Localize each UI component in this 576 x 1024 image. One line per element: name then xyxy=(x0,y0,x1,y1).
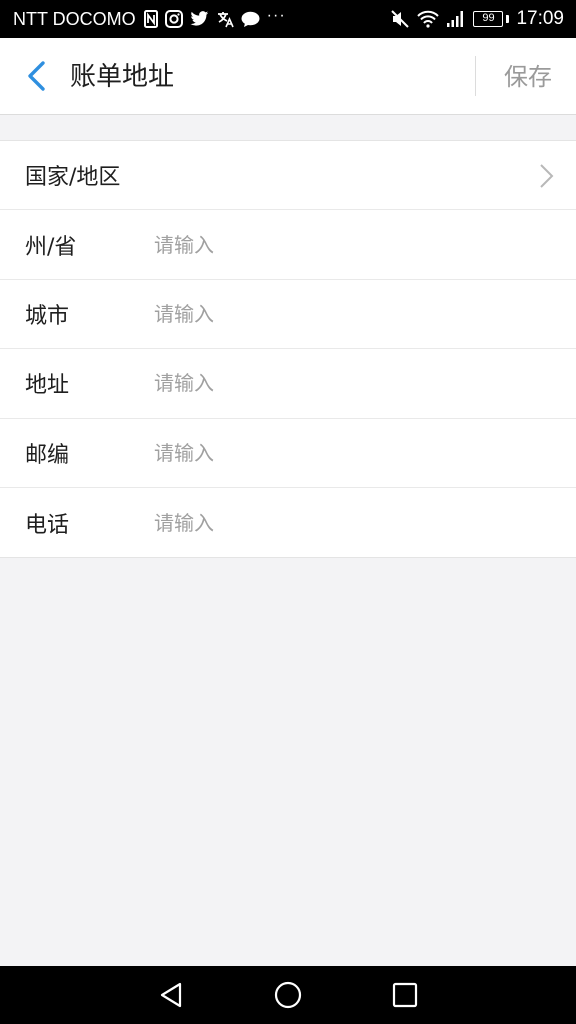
chevron-left-icon xyxy=(28,61,45,91)
header-divider xyxy=(475,56,476,96)
state-province-row: 州/省 xyxy=(0,210,576,280)
state-province-input[interactable] xyxy=(154,224,534,265)
city-input[interactable] xyxy=(154,293,534,334)
status-bar-left: NTT DOCOMO ··· xyxy=(13,7,286,30)
phone-label: 电话 xyxy=(25,512,70,538)
instagram-icon xyxy=(164,9,183,29)
chat-bubble-icon xyxy=(241,9,260,29)
phone-row: 电话 xyxy=(0,488,576,557)
save-button[interactable]: 保存 xyxy=(504,60,552,94)
battery-icon: 99 xyxy=(473,11,504,27)
city-label: 城市 xyxy=(25,303,70,329)
page-title: 账单地址 xyxy=(70,62,175,92)
billing-address-form: 国家/地区 州/省 城市 地址 邮编 电话 xyxy=(0,140,576,559)
postal-code-label: 邮编 xyxy=(25,442,70,468)
nav-home-button[interactable] xyxy=(258,966,318,1024)
address-label: 地址 xyxy=(25,373,70,399)
postal-code-row: 邮编 xyxy=(0,419,576,488)
more-notifications-icon: ··· xyxy=(266,7,286,24)
carrier-name: NTT DOCOMO xyxy=(13,8,136,29)
clock: 17:09 xyxy=(516,8,564,29)
signal-icon xyxy=(446,9,466,29)
mute-icon xyxy=(390,9,410,29)
nav-recents-button[interactable] xyxy=(375,966,435,1024)
home-circle-icon xyxy=(274,981,302,1009)
status-bar-right: 99 17:09 xyxy=(390,8,564,30)
system-nav-bar xyxy=(0,966,576,1024)
twitter-icon xyxy=(190,9,209,29)
status-bar: NTT DOCOMO ··· 99 17:09 xyxy=(0,0,576,38)
translate-icon xyxy=(216,9,234,29)
address-row: 地址 xyxy=(0,349,576,419)
battery-cap xyxy=(506,15,510,23)
state-province-label: 州/省 xyxy=(25,234,77,260)
back-button[interactable] xyxy=(18,58,54,94)
screen: NTT DOCOMO ··· 99 17:09 账单地址 保存 国家/地区 州/… xyxy=(0,0,576,1024)
city-row: 城市 xyxy=(0,280,576,350)
chevron-right-icon xyxy=(540,164,554,188)
address-input[interactable] xyxy=(154,363,534,404)
recents-square-icon xyxy=(393,982,418,1008)
country-region-row[interactable]: 国家/地区 xyxy=(0,141,576,211)
back-triangle-icon xyxy=(160,982,181,1008)
nav-back-button[interactable] xyxy=(141,966,201,1024)
phone-input[interactable] xyxy=(154,502,534,543)
nfc-icon xyxy=(143,9,158,29)
app-header: 账单地址 保存 xyxy=(0,38,576,115)
postal-code-input[interactable] xyxy=(154,432,534,473)
battery-level: 99 xyxy=(482,12,495,24)
wifi-icon xyxy=(417,9,440,29)
country-region-label: 国家/地区 xyxy=(25,165,121,191)
